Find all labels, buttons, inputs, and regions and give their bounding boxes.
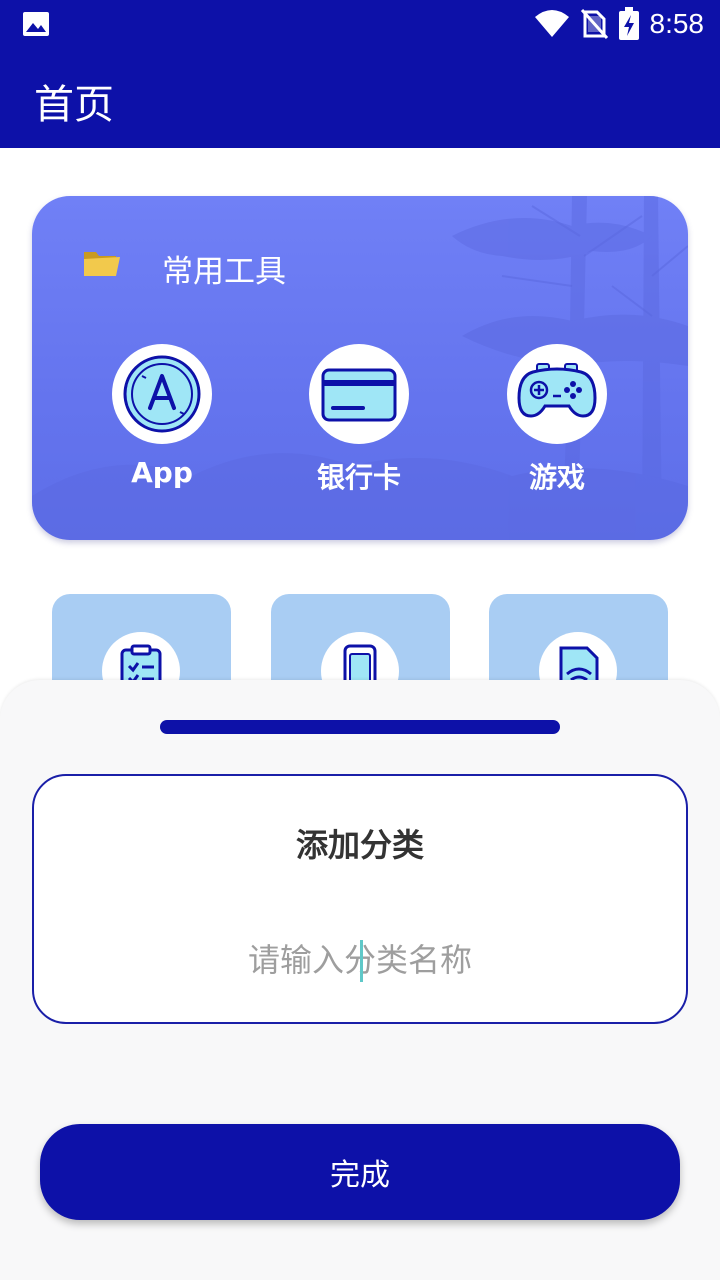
card-title: 常用工具 xyxy=(162,254,286,290)
gamepad-icon xyxy=(517,363,597,418)
tool-app-label: App xyxy=(131,456,193,489)
page-title: 首页 xyxy=(34,82,114,128)
tool-game-label: 游戏 xyxy=(528,461,585,494)
tool-app[interactable]: App xyxy=(82,344,242,504)
done-button[interactable]: 完成 xyxy=(40,1124,680,1220)
image-icon xyxy=(23,12,49,36)
folder-icon xyxy=(84,252,120,276)
app-bar: 首页 xyxy=(0,48,720,148)
add-category-sheet: 添加分类 完成 xyxy=(0,680,720,1280)
text-cursor xyxy=(360,940,363,982)
dialog-title: 添加分类 xyxy=(295,826,424,864)
tool-game-circle xyxy=(507,344,607,444)
tool-app-circle xyxy=(112,344,212,444)
no-sim-icon xyxy=(580,9,608,39)
tool-bank-card-label: 银行卡 xyxy=(316,461,401,494)
bank-card-icon xyxy=(321,368,397,422)
status-time: 8:58 xyxy=(649,8,705,39)
tool-bank-card-circle xyxy=(309,344,409,444)
battery-charging-icon xyxy=(618,7,639,40)
tool-game[interactable]: 游戏 xyxy=(477,344,637,504)
common-tools-card: 常用工具 App 银行卡 游戏 xyxy=(32,196,688,540)
app-store-icon xyxy=(123,355,201,433)
status-bar: 8:58 xyxy=(0,0,720,48)
wifi-icon xyxy=(534,10,569,37)
sheet-drag-handle[interactable] xyxy=(160,720,560,734)
tool-bank-card[interactable]: 银行卡 xyxy=(279,344,439,504)
add-category-dialog: 添加分类 xyxy=(32,774,688,1024)
